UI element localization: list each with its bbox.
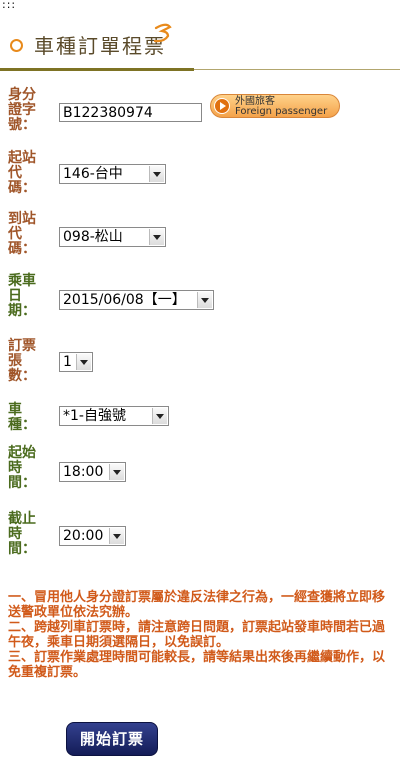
header-rule-thin	[194, 69, 400, 70]
ride-date-value: 2015/06/08【一】	[63, 292, 186, 308]
circle-bullet-icon	[10, 39, 23, 52]
chevron-down-icon	[149, 229, 164, 245]
notice-item: 三、訂票作業處理時間可能較長，請等結果出來後再繼續動作，以免重複訂票。	[8, 650, 386, 680]
ride-date-select[interactable]: 2015/06/08【一】	[59, 290, 214, 310]
breadcrumb: :::	[2, 0, 17, 11]
start-time-select[interactable]: 18:00	[59, 462, 126, 482]
train-type-select[interactable]: *1-自強號	[59, 406, 169, 426]
play-icon	[214, 98, 230, 114]
person-id-input[interactable]: B122380974	[59, 103, 202, 122]
chevron-down-icon	[149, 166, 164, 182]
notice-item: 二、跨越列車訂票時，請注意跨日問題，訂票起站發車時間若已過午夜，乘車日期須選隔日…	[8, 620, 386, 650]
ride-date-label: 乘車日期：	[8, 273, 36, 319]
chevron-down-icon	[109, 528, 124, 544]
header-rule	[0, 68, 194, 71]
train-type-value: *1-自強號	[63, 408, 126, 424]
foreign-passenger-button[interactable]: 外國旅客 Foreign passenger	[210, 94, 340, 118]
from-station-select[interactable]: 146-台中	[59, 164, 166, 184]
chevron-down-icon	[109, 464, 124, 480]
person-id-label: 身分證字號：	[8, 87, 36, 133]
ticket-count-select[interactable]: 1	[59, 352, 93, 372]
notice-list: 一、冒用他人身分證訂票屬於違反法律之行為，一經查獲將立即移送警政單位依法究辦。 …	[8, 590, 394, 680]
page-title: 車種訂單程票	[34, 34, 166, 58]
ticket-count-label: 訂票張數：	[8, 338, 36, 384]
foreign-passenger-en: Foreign passenger	[235, 106, 328, 117]
end-time-value: 20:00	[63, 528, 104, 544]
to-station-label: 到站代碼：	[8, 211, 36, 257]
swirl-mark-icon	[153, 23, 172, 43]
chevron-down-icon	[76, 354, 91, 370]
from-station-value: 146-台中	[63, 166, 123, 182]
to-station-select[interactable]: 098-松山	[59, 227, 166, 247]
page-header: 車種訂單程票	[0, 14, 400, 71]
start-booking-button[interactable]: 開始訂票	[66, 722, 158, 756]
ticket-count-value: 1	[63, 354, 72, 370]
chevron-down-icon	[197, 292, 212, 308]
from-station-label: 起站代碼：	[8, 150, 36, 196]
start-time-value: 18:00	[63, 464, 104, 480]
end-time-select[interactable]: 20:00	[59, 526, 126, 546]
to-station-value: 098-松山	[63, 229, 123, 245]
start-time-label: 起始時間：	[8, 445, 36, 491]
notice-item: 一、冒用他人身分證訂票屬於違反法律之行為，一經查獲將立即移送警政單位依法究辦。	[8, 590, 386, 620]
train-type-label: 車種：	[8, 402, 36, 433]
end-time-label: 截止時間：	[8, 511, 36, 557]
chevron-down-icon	[152, 408, 167, 424]
